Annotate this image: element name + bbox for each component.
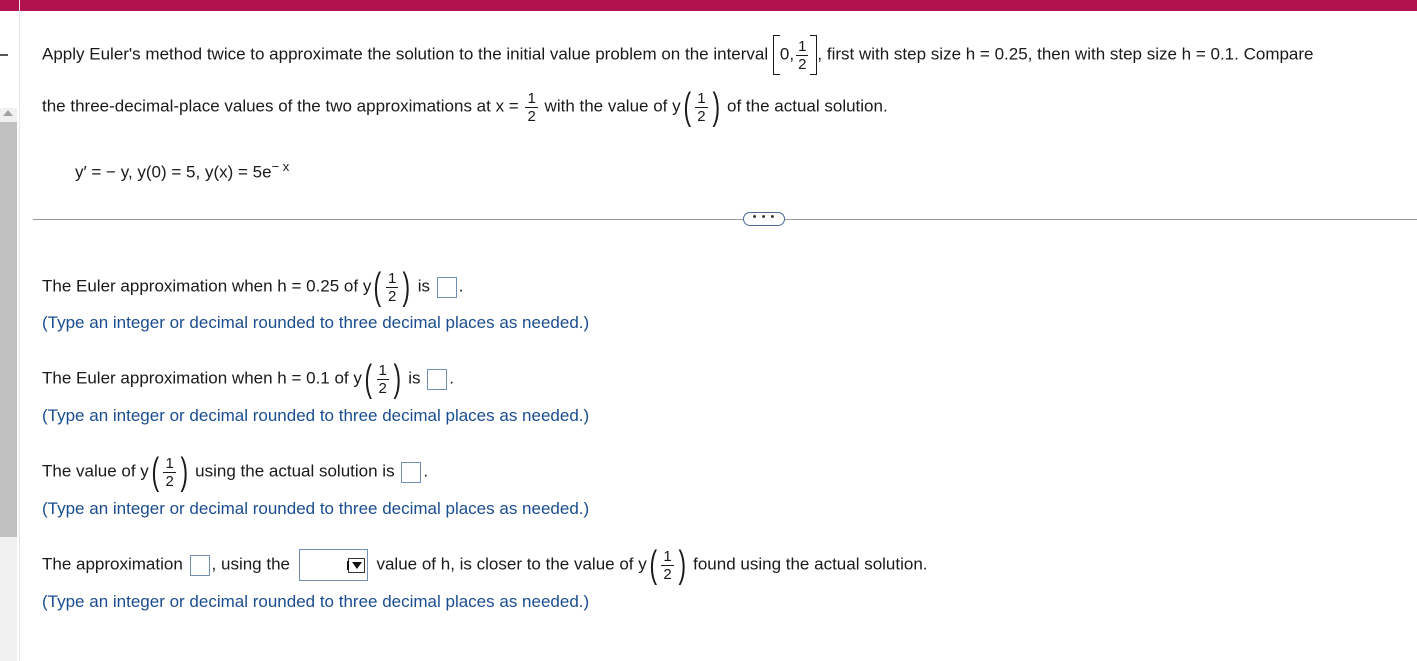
q1-suffix: . <box>458 276 464 296</box>
q1-prefix: The Euler approximation when h = 0.25 of… <box>42 276 372 296</box>
step-size-select[interactable] <box>298 549 368 581</box>
problem-line2-suffix: of the actual solution. <box>727 96 888 116</box>
fraction-numerator: 1 <box>697 89 706 107</box>
fraction-numerator: 1 <box>378 361 387 379</box>
interval-right-fraction: 12 <box>796 37 809 73</box>
fraction-numerator: 1 <box>527 89 536 107</box>
q4-answer-input[interactable] <box>189 554 210 576</box>
fraction-numerator: 1 <box>388 269 397 287</box>
equation: y′ = − y, y(0) = 5, y(x) = 5e− x <box>75 157 289 183</box>
right-paren: ) <box>402 266 411 308</box>
y-arg-fraction: 12 <box>695 89 708 125</box>
right-paren: ) <box>393 358 402 400</box>
chevron-down-icon <box>351 562 362 569</box>
fraction-denominator: 2 <box>796 54 809 73</box>
problem-line-1: Apply Euler's method twice to approximat… <box>42 35 1314 75</box>
fraction-denominator: 2 <box>695 106 708 125</box>
fraction-numerator: 1 <box>165 454 174 472</box>
q3-answer-input[interactable] <box>401 461 422 483</box>
fraction-numerator: 1 <box>798 37 807 55</box>
question-2: The Euler approximation when h = 0.1 of … <box>42 360 454 398</box>
equation-text: y′ = − y, y(0) = 5, y(x) = 5e <box>75 162 272 182</box>
fraction-denominator: 2 <box>163 471 176 490</box>
question-4: The approximation , using the value of h… <box>42 546 928 584</box>
q1-hint: (Type an integer or decimal rounded to t… <box>42 313 590 332</box>
q3-fraction: 12 <box>163 454 176 490</box>
scroll-up-arrow-icon[interactable] <box>3 110 13 116</box>
q4-mid1: , using the <box>211 554 290 574</box>
left-paren: ( <box>649 544 657 586</box>
problem-line-2: the three-decimal-place values of the tw… <box>42 88 888 126</box>
problem-line2-mid: with the value of y <box>544 96 681 116</box>
q2-answer-input[interactable] <box>427 368 448 390</box>
q3-prefix: The value of y <box>42 461 149 481</box>
fraction-denominator: 2 <box>525 106 538 125</box>
problem-line1-suffix: , first with step size h = 0.25, then wi… <box>817 44 1314 64</box>
left-panel-border <box>19 0 20 661</box>
scrollbar-thumb[interactable] <box>0 122 17 537</box>
q1-fraction: 12 <box>386 269 399 305</box>
question-1: The Euler approximation when h = 0.25 of… <box>42 268 463 306</box>
problem-line1-prefix: Apply Euler's method twice to approximat… <box>42 44 769 64</box>
q3-hint: (Type an integer or decimal rounded to t… <box>42 499 590 518</box>
fraction-denominator: 2 <box>661 564 674 583</box>
q1-answer-input[interactable] <box>436 276 457 298</box>
right-paren: ) <box>180 451 188 493</box>
left-paren: ( <box>364 358 373 400</box>
left-paren: ( <box>151 451 159 493</box>
section-divider <box>33 219 1417 220</box>
q2-fraction: 12 <box>376 361 389 397</box>
more-options-button[interactable]: • • • <box>743 212 785 226</box>
q4-fraction: 12 <box>661 547 674 583</box>
interval-left-bracket <box>772 35 780 75</box>
q4-hint: (Type an integer or decimal rounded to t… <box>42 592 590 611</box>
x-fraction: 12 <box>525 89 538 125</box>
q3-suffix: . <box>423 461 429 481</box>
equation-exponent: − x <box>271 159 290 174</box>
text-cursor-icon <box>346 561 349 570</box>
top-accent-bar <box>0 0 1417 11</box>
q4-suffix: found using the actual solution. <box>693 554 928 574</box>
q2-prefix: The Euler approximation when h = 0.1 of … <box>42 368 362 388</box>
problem-line2-prefix: the three-decimal-place values of the tw… <box>42 96 519 116</box>
interval-left: 0, <box>779 44 795 64</box>
q2-suffix: . <box>449 368 455 388</box>
q4-prefix: The approximation <box>42 554 183 574</box>
fraction-denominator: 2 <box>376 378 389 397</box>
q4-mid2: value of h, is closer to the value of y <box>376 554 647 574</box>
dropdown-arrow-box[interactable] <box>346 558 365 573</box>
fraction-denominator: 2 <box>386 286 399 305</box>
left-margin-dash <box>0 54 8 56</box>
q2-mid: is <box>408 368 421 388</box>
q3-mid: using the actual solution is <box>195 461 395 481</box>
fraction-numerator: 1 <box>663 547 672 565</box>
left-paren: ( <box>683 86 691 128</box>
q1-mid: is <box>417 276 431 296</box>
right-paren: ) <box>678 544 686 586</box>
question-3: The value of y(1 2) using the actual solu… <box>42 453 428 491</box>
right-paren: ) <box>712 86 720 128</box>
left-paren: ( <box>373 266 382 308</box>
q2-hint: (Type an integer or decimal rounded to t… <box>42 406 590 425</box>
